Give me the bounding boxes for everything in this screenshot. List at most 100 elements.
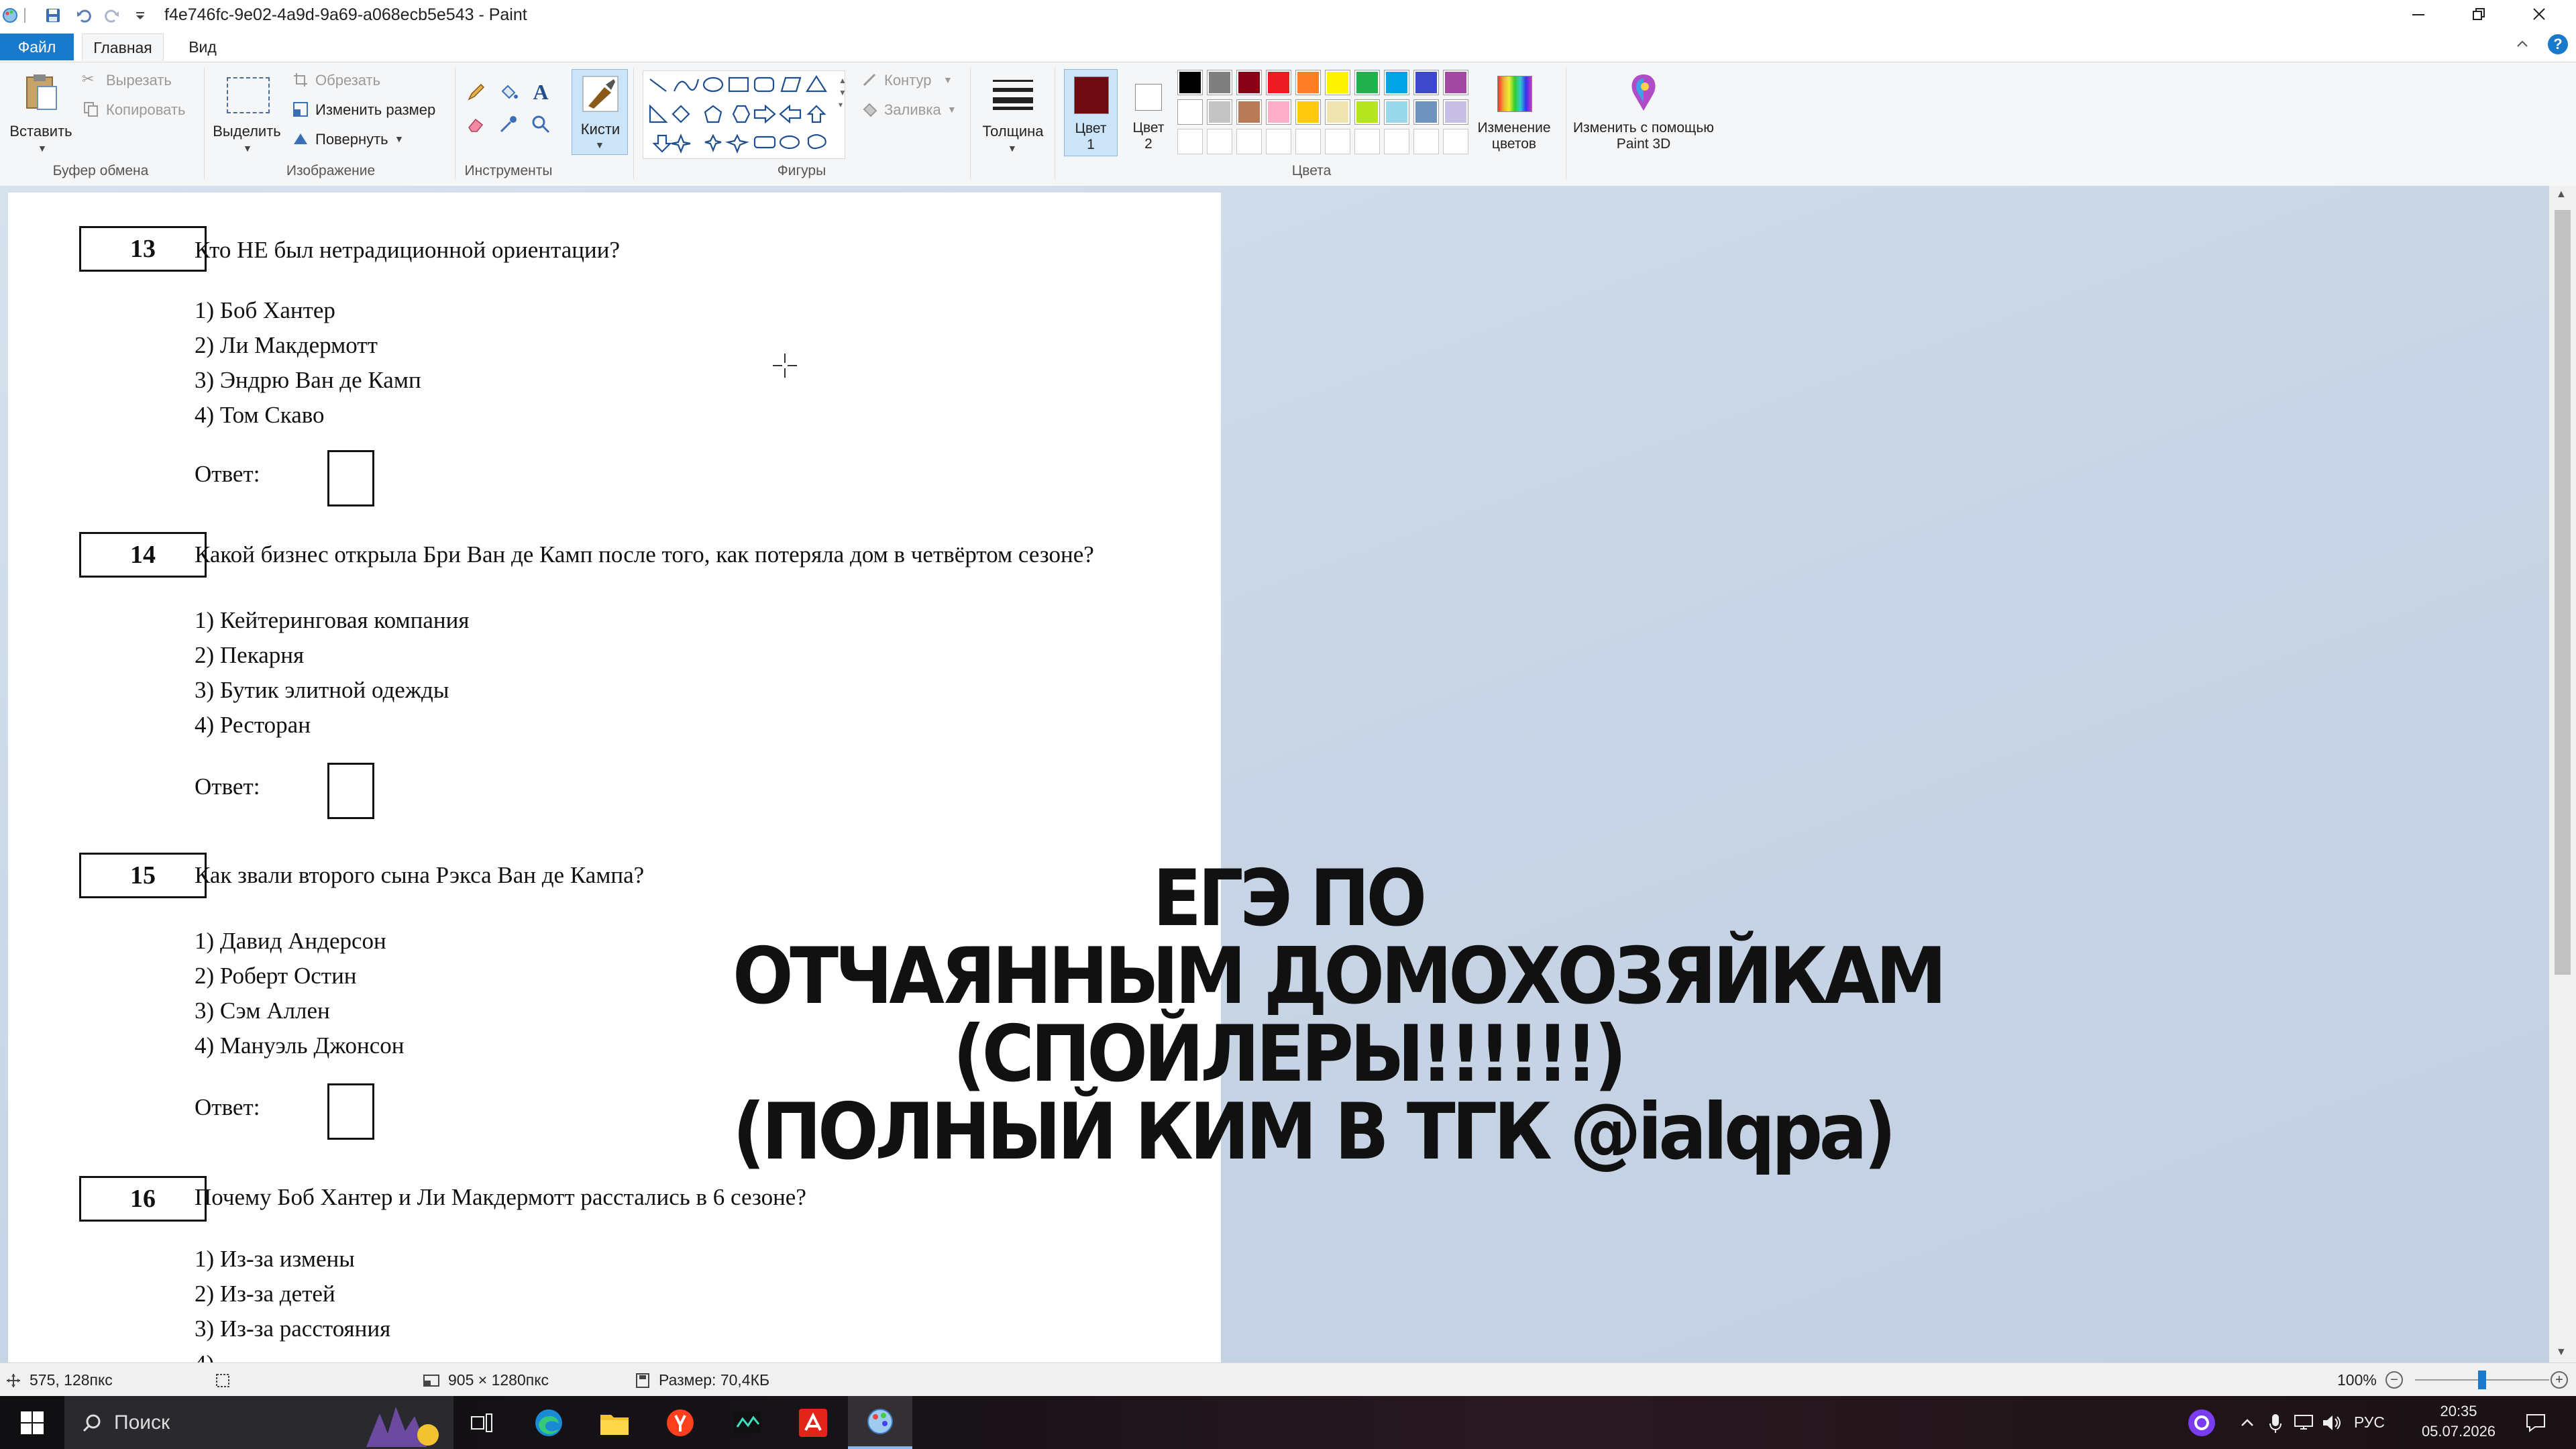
restore-button[interactable] — [2449, 0, 2509, 28]
help-icon[interactable]: ? — [2548, 34, 2568, 54]
scroll-down-icon[interactable]: ▼ — [2556, 1346, 2567, 1358]
paste-button[interactable]: Вставить ▼ — [5, 69, 76, 154]
brushes-dropdown-icon[interactable]: ▼ — [595, 140, 604, 150]
zoom-in-button[interactable]: + — [2551, 1371, 2568, 1389]
fill-dropdown-icon[interactable]: ▼ — [947, 104, 957, 115]
minimize-button[interactable] — [2388, 0, 2449, 28]
task-view-button[interactable] — [449, 1396, 514, 1449]
select-dropdown-icon[interactable]: ▼ — [243, 143, 252, 154]
palette-color-swatch[interactable] — [1325, 70, 1350, 95]
palette-custom-swatch[interactable] — [1207, 129, 1232, 154]
palette-custom-swatch[interactable] — [1354, 129, 1380, 154]
rotate-dropdown-icon[interactable]: ▼ — [394, 133, 404, 144]
palette-color-swatch[interactable] — [1384, 70, 1409, 95]
palette-color-swatch[interactable] — [1207, 99, 1232, 125]
palette-color-swatch[interactable] — [1413, 99, 1439, 125]
text-tool-icon[interactable]: A — [529, 80, 553, 104]
palette-color-swatch[interactable] — [1354, 99, 1380, 125]
tab-file[interactable]: Файл — [0, 34, 74, 60]
clock[interactable]: 20:35 05.07.2026 — [2408, 1401, 2509, 1442]
microphone-icon[interactable] — [2262, 1396, 2289, 1449]
outline-dropdown-icon[interactable]: ▼ — [943, 74, 953, 85]
palette-color-swatch[interactable] — [1443, 99, 1468, 125]
volume-icon[interactable] — [2318, 1396, 2345, 1449]
palette-color-swatch[interactable] — [1236, 99, 1262, 125]
edit-colors-button[interactable]: Изменение цветов — [1469, 69, 1559, 156]
palette-color-swatch[interactable] — [1177, 70, 1203, 95]
yandex-browser-taskbar-icon[interactable] — [648, 1396, 712, 1449]
pencil-icon[interactable] — [464, 80, 488, 104]
palette-custom-swatch[interactable] — [1384, 129, 1409, 154]
notifications-icon[interactable] — [2516, 1396, 2556, 1449]
tab-view[interactable]: Вид — [176, 34, 229, 60]
palette-color-swatch[interactable] — [1443, 70, 1468, 95]
zoom-slider-thumb[interactable] — [2478, 1371, 2486, 1389]
color2-button[interactable]: Цвет 2 — [1122, 69, 1175, 156]
palette-color-swatch[interactable] — [1266, 99, 1291, 125]
fill-button[interactable]: Заливка ▼ — [860, 100, 961, 121]
language-indicator[interactable]: РУС — [2348, 1396, 2391, 1449]
network-icon[interactable] — [2290, 1396, 2317, 1449]
zoom-out-button[interactable]: − — [2385, 1371, 2403, 1389]
tray-overflow-icon[interactable] — [2234, 1396, 2261, 1449]
amd-software-taskbar-icon[interactable] — [781, 1396, 845, 1449]
zoom-slider[interactable] — [2415, 1371, 2549, 1389]
cut-button[interactable]: ✂ Вырезать — [82, 70, 182, 92]
customize-quick-access-icon[interactable] — [130, 5, 150, 25]
magnifier-icon[interactable] — [529, 112, 553, 136]
paste-dropdown-icon[interactable]: ▼ — [38, 143, 47, 154]
vertical-scrollbar[interactable]: ▲ ▼ — [2549, 186, 2576, 1362]
palette-color-swatch[interactable] — [1295, 99, 1321, 125]
palette-custom-swatch[interactable] — [1413, 129, 1439, 154]
undo-icon[interactable] — [74, 5, 94, 25]
outline-button[interactable]: Контур ▼ — [860, 70, 961, 92]
brushes-button[interactable]: Кисти ▼ — [572, 69, 628, 155]
paint-taskbar-icon[interactable] — [848, 1396, 912, 1449]
palette-custom-swatch[interactable] — [1177, 129, 1203, 154]
shapes-gallery[interactable] — [643, 70, 845, 159]
palette-custom-swatch[interactable] — [1266, 129, 1291, 154]
start-button[interactable] — [0, 1396, 64, 1449]
color1-button[interactable]: Цвет 1 — [1064, 69, 1118, 156]
crop-button[interactable]: Обрезать — [291, 70, 405, 92]
file-explorer-taskbar-icon[interactable] — [582, 1396, 647, 1449]
canvas-area[interactable]: 13 Кто НЕ был нетрадиционной ориентации?… — [0, 186, 2549, 1362]
canvas-image[interactable]: 13 Кто НЕ был нетрадиционной ориентации?… — [8, 193, 1221, 1362]
palette-custom-swatch[interactable] — [1443, 129, 1468, 154]
alice-assistant-icon[interactable] — [2180, 1396, 2223, 1449]
scrollbar-thumb[interactable] — [2555, 210, 2571, 975]
tab-home[interactable]: Главная — [82, 34, 164, 61]
size-button[interactable]: Толщина ▼ — [975, 69, 1051, 155]
palette-color-swatch[interactable] — [1413, 70, 1439, 95]
rotate-button[interactable]: Повернуть ▼ — [291, 129, 419, 151]
save-icon[interactable] — [43, 5, 63, 25]
palette-custom-swatch[interactable] — [1325, 129, 1350, 154]
palette-color-swatch[interactable] — [1384, 99, 1409, 125]
copy-button[interactable]: Копировать — [82, 100, 196, 121]
palette-color-swatch[interactable] — [1325, 99, 1350, 125]
palette-custom-swatch[interactable] — [1295, 129, 1321, 154]
shapes-scroll-icon[interactable]: ▲ ▼ ▾ — [839, 74, 847, 111]
palette-color-swatch[interactable] — [1236, 70, 1262, 95]
palette-custom-swatch[interactable] — [1236, 129, 1262, 154]
search-box[interactable]: Поиск — [64, 1396, 453, 1449]
edge-taskbar-icon[interactable] — [517, 1396, 581, 1449]
palette-color-swatch[interactable] — [1177, 99, 1203, 125]
color-picker-icon[interactable] — [496, 112, 521, 136]
palette-color-swatch[interactable] — [1295, 70, 1321, 95]
redo-icon[interactable] — [102, 5, 122, 25]
palette-color-swatch[interactable] — [1266, 70, 1291, 95]
scroll-up-icon[interactable]: ▲ — [2556, 189, 2567, 201]
palette-color-swatch[interactable] — [1354, 70, 1380, 95]
size-dropdown-icon[interactable]: ▼ — [1008, 143, 1017, 154]
media-app-taskbar-icon[interactable] — [715, 1396, 780, 1449]
resize-button[interactable]: Изменить размер — [291, 100, 445, 121]
close-button[interactable] — [2509, 0, 2569, 28]
eraser-icon[interactable] — [464, 112, 488, 136]
paint-app-icon[interactable] — [0, 5, 20, 25]
paint3d-button[interactable]: Изменить с помощью Paint 3D — [1571, 69, 1716, 156]
select-button[interactable]: Выделить ▼ — [209, 69, 284, 156]
palette-color-swatch[interactable] — [1207, 70, 1232, 95]
fill-bucket-icon[interactable] — [496, 80, 521, 104]
collapse-ribbon-icon[interactable] — [2514, 36, 2530, 56]
